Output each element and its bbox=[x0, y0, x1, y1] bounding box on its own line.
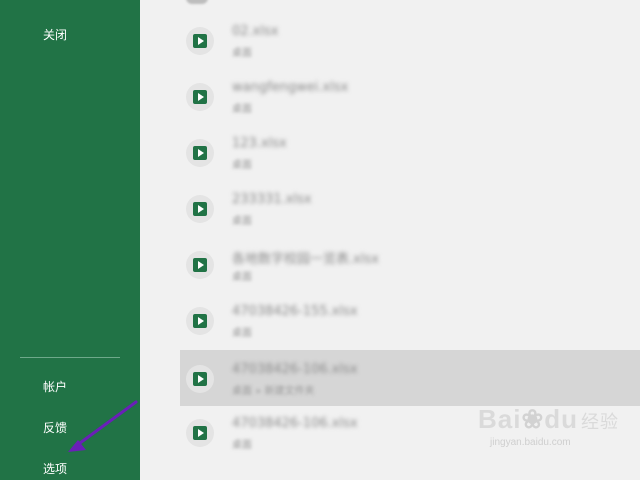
sidebar-divider bbox=[20, 357, 120, 358]
file-name: wangfengwei.xlsx bbox=[232, 80, 349, 95]
list-item[interactable]: 47038426-155.xlsx 桌面 bbox=[180, 294, 640, 346]
file-name: 02.xlsx bbox=[232, 24, 279, 39]
file-name: 233331.xlsx bbox=[232, 192, 312, 207]
list-item-selected[interactable]: 47038426-106.xlsx 桌面 » 新建文件夹 bbox=[180, 350, 640, 406]
excel-file-icon bbox=[186, 27, 214, 55]
file-name: 47038426-155.xlsx bbox=[232, 304, 358, 319]
baidu-jingyan-watermark: Bai❀du 经验 jingyan.baidu.com bbox=[478, 404, 619, 448]
excel-file-icon bbox=[186, 307, 214, 335]
file-name: 各地数字校园一览表.xlsx bbox=[232, 252, 379, 267]
file-location: 桌面 bbox=[232, 48, 252, 59]
watermark-url: jingyan.baidu.com bbox=[490, 437, 571, 448]
excel-file-icon bbox=[186, 365, 214, 393]
list-item[interactable]: 233331.xlsx 桌面 bbox=[180, 182, 640, 234]
excel-file-icon bbox=[186, 139, 214, 167]
list-item[interactable]: 123.xlsx 桌面 bbox=[180, 126, 640, 178]
file-location: 桌面 bbox=[232, 104, 252, 115]
excel-file-icon bbox=[186, 419, 214, 447]
file-name: 123.xlsx bbox=[232, 136, 287, 151]
excel-file-icon bbox=[186, 195, 214, 223]
file-location: 桌面 » 新建文件夹 bbox=[232, 386, 315, 397]
file-location: 桌面 bbox=[232, 440, 252, 451]
close-button[interactable]: 关闭 bbox=[43, 26, 67, 43]
list-item[interactable]: 各地数字校园一览表.xlsx 桌面 bbox=[180, 238, 640, 290]
file-location: 桌面 bbox=[232, 272, 252, 283]
list-item[interactable]: wangfengwei.xlsx 桌面 bbox=[180, 70, 640, 122]
backstage-sidebar: 关闭 帐户 反馈 选项 bbox=[0, 0, 140, 480]
file-name: 47038426-106.xlsx bbox=[232, 362, 358, 377]
watermark-logo: Bai❀du 经验 bbox=[478, 404, 620, 434]
file-location: 桌面 bbox=[232, 160, 252, 171]
excel-file-icon bbox=[186, 83, 214, 111]
feedback-button[interactable]: 反馈 bbox=[43, 419, 67, 436]
file-location: 桌面 bbox=[232, 328, 252, 339]
file-name: 47038426-106.xlsx bbox=[232, 416, 358, 431]
clipped-file-icon bbox=[186, 0, 208, 4]
file-location: 桌面 bbox=[232, 216, 252, 227]
options-button[interactable]: 选项 bbox=[43, 460, 67, 477]
excel-file-icon bbox=[186, 251, 214, 279]
account-button[interactable]: 帐户 bbox=[43, 378, 67, 395]
list-item[interactable]: 02.xlsx 桌面 bbox=[180, 14, 640, 66]
